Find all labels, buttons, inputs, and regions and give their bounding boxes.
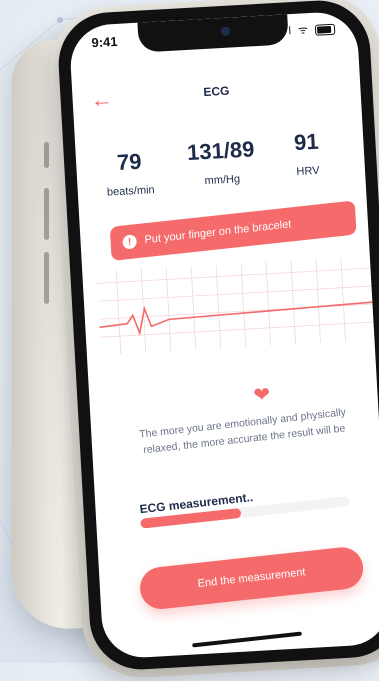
camera [220, 26, 231, 37]
stat-value: 131/89 [186, 136, 255, 166]
alert-banner: ! Put your finger on the bracelet [109, 200, 357, 261]
page-title: ECG [202, 83, 230, 100]
alert-text: Put your finger on the bracelet [144, 218, 292, 247]
exclamation-icon: ! [122, 234, 138, 250]
stat-value: 79 [116, 148, 143, 176]
home-indicator [192, 631, 302, 648]
ecg-graph [96, 257, 378, 355]
stat-unit: mm/Hg [204, 173, 241, 188]
heart-icon: ❤ [252, 383, 271, 407]
signal-wifi-icons: ıl ᯤ [283, 24, 311, 38]
stat-unit: HRV [296, 164, 320, 179]
end-measurement-button[interactable]: End the measurement [137, 545, 366, 612]
status-time: 9:41 [91, 33, 118, 51]
battery-icon [314, 23, 336, 36]
stat-heart-rate: 79 beats/min [94, 147, 167, 199]
stat-hrv: 91 HRV [271, 128, 344, 180]
stat-blood-pressure: 131/89 mm/Hg [175, 136, 268, 189]
phone-screen: 9:41 ıl ᯤ ← ECG 79 beats/min 131/89 mm/H… [68, 10, 379, 660]
phone-frame: 9:41 ıl ᯤ ← ECG 79 beats/min 131/89 mm/H… [55, 0, 379, 673]
phone-mute-switch [44, 142, 49, 168]
stat-value: 91 [293, 128, 320, 156]
notch [137, 14, 289, 53]
hint-text: The more you are emotionally and physica… [138, 406, 347, 457]
header: ← ECG [72, 70, 361, 116]
vitals-stats: 79 beats/min 131/89 mm/Hg 91 HRV [75, 129, 366, 208]
phone-volume-down [44, 252, 49, 304]
status-icons: ıl ᯤ [283, 21, 336, 39]
phone-volume-up [44, 188, 49, 240]
stat-unit: beats/min [106, 183, 155, 199]
